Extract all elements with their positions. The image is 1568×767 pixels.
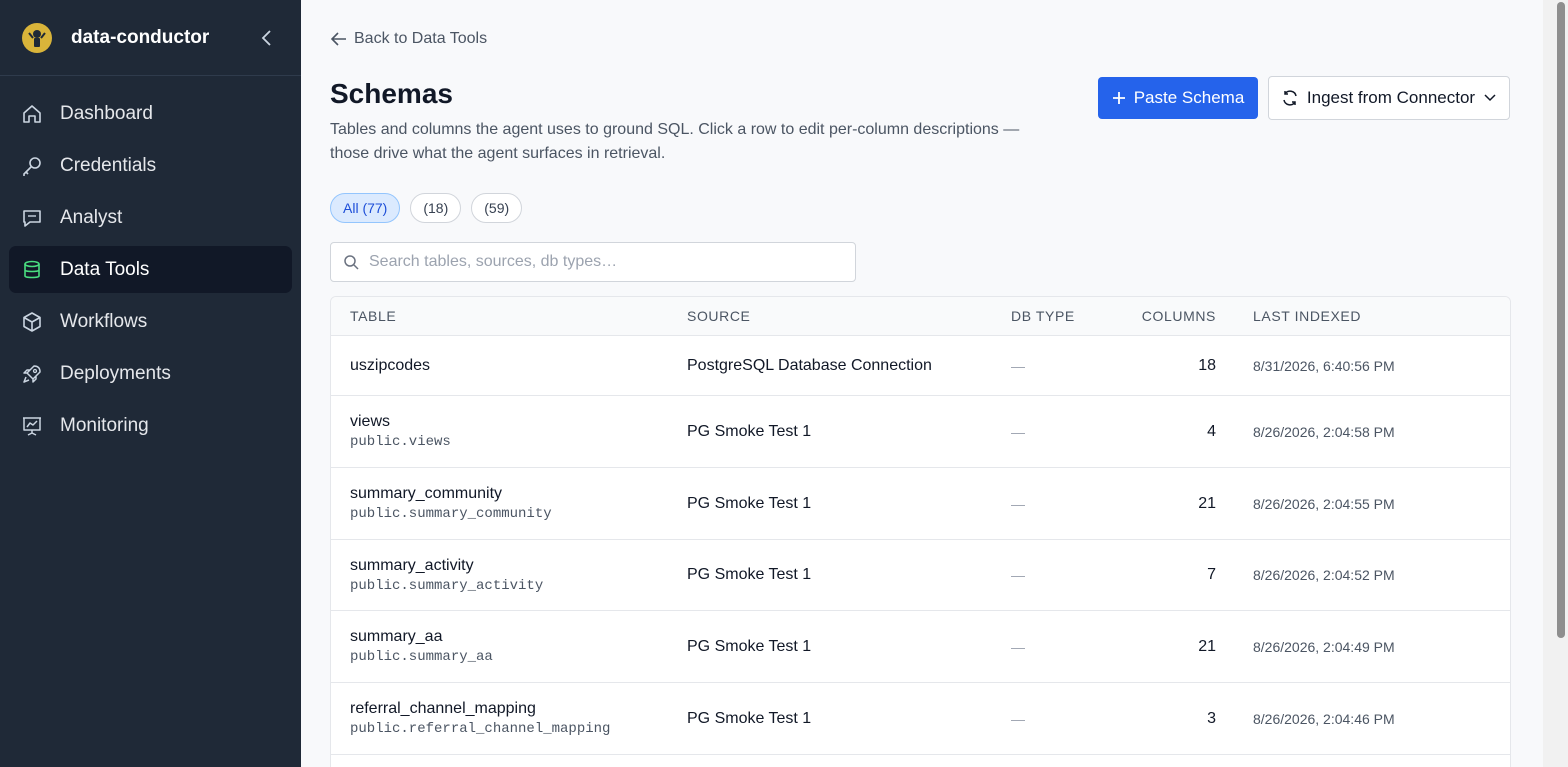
- app-name: data-conductor: [71, 26, 210, 48]
- database-icon: [20, 258, 44, 282]
- table-source: PG Smoke Test 1: [687, 566, 812, 583]
- sidebar-item-workflows[interactable]: Workflows: [9, 298, 292, 345]
- scrollbar-thumb[interactable]: [1557, 2, 1565, 638]
- sidebar-item-analyst[interactable]: Analyst: [9, 194, 292, 241]
- filter-chip-all[interactable]: All (77): [330, 193, 401, 223]
- table-header: TABLE SOURCE DB TYPE COLUMNS LAST INDEXE…: [331, 297, 1510, 336]
- table-last-indexed: 8/31/2026, 6:40:56 PM: [1253, 357, 1395, 374]
- table-last-indexed: 8/26/2026, 2:04:55 PM: [1253, 495, 1395, 512]
- sidebar-item-label: Workflows: [60, 310, 148, 332]
- home-icon: [20, 102, 44, 126]
- schemas-table: TABLE SOURCE DB TYPE COLUMNS LAST INDEXE…: [330, 296, 1511, 767]
- ingest-from-connector-button[interactable]: Ingest from Connector: [1268, 76, 1510, 120]
- main-content: Back to Data Tools Schemas Tables and co…: [301, 0, 1543, 767]
- table-last-indexed: 8/26/2026, 2:04:49 PM: [1253, 638, 1395, 655]
- cube-icon: [20, 310, 44, 334]
- table-column-count: 4: [1207, 422, 1216, 440]
- table-name: summary_community: [350, 485, 503, 502]
- sidebar-item-label: Monitoring: [60, 414, 149, 436]
- search-input[interactable]: [369, 253, 829, 271]
- table-db-type: —: [1011, 710, 1025, 727]
- table-qualified-name: public.referral_channel_mapping: [350, 721, 611, 737]
- table-source: PG Smoke Test 1: [687, 422, 812, 440]
- table-column-count: 21: [1198, 494, 1216, 512]
- sidebar-item-data-tools[interactable]: Data Tools: [9, 246, 292, 293]
- sidebar-item-label: Data Tools: [60, 258, 150, 280]
- chart-board-icon: [20, 414, 44, 438]
- table-column-count: 3: [1207, 709, 1216, 727]
- table-last-indexed: 8/26/2026, 2:04:46 PM: [1253, 710, 1395, 727]
- sidebar-item-dashboard[interactable]: Dashboard: [9, 90, 292, 137]
- table-source: PostgreSQL Database Connection: [687, 356, 932, 374]
- refresh-icon: [1283, 90, 1297, 106]
- table-source: PG Smoke Test 1: [687, 637, 812, 655]
- sidebar-item-label: Dashboard: [60, 102, 153, 124]
- search-box: [330, 242, 856, 282]
- chevron-down-icon: [1484, 94, 1496, 102]
- column-header-last-indexed[interactable]: LAST INDEXED: [1216, 308, 1361, 324]
- filter-chip[interactable]: (59): [471, 193, 523, 223]
- filter-chip[interactable]: (18): [410, 193, 462, 223]
- table-qualified-name: public.summary_activity: [350, 577, 544, 594]
- table-db-type: —: [1011, 423, 1025, 440]
- table-column-count: 7: [1207, 566, 1216, 583]
- page-description: Tables and columns the agent uses to gro…: [330, 121, 1020, 162]
- sidebar-nav: Dashboard Credentials Analyst Data Tools…: [0, 76, 301, 449]
- sidebar-item-label: Credentials: [60, 154, 157, 176]
- column-header-db-type[interactable]: DB TYPE: [1011, 308, 1106, 324]
- table-name: summary_aa: [350, 628, 443, 645]
- table-column-count: 21: [1198, 637, 1216, 655]
- table-qualified-name: public.views: [350, 434, 451, 450]
- chat-icon: [20, 206, 44, 230]
- table-row[interactable]: views public.views PG Smoke Test 1 — 4 8…: [331, 396, 1510, 468]
- table-last-indexed: 8/26/2026, 2:04:58 PM: [1253, 423, 1395, 440]
- table-qualified-name: public.summary_aa: [350, 649, 493, 665]
- table-row[interactable]: summary_activity public.summary_activity…: [331, 540, 1510, 611]
- table-source: PG Smoke Test 1: [687, 494, 812, 512]
- search-icon: [344, 255, 359, 270]
- back-link-label: Back to Data Tools: [354, 30, 488, 47]
- table-qualified-name: public.summary_community: [350, 506, 552, 522]
- table-name: views: [350, 413, 391, 430]
- table-column-count: 18: [1198, 356, 1216, 374]
- arrow-left-icon: [330, 32, 346, 46]
- column-header-source[interactable]: SOURCE: [687, 308, 1011, 324]
- paste-schema-button[interactable]: Paste Schema: [1098, 77, 1258, 119]
- brand-header: data-conductor: [0, 0, 301, 76]
- sidebar: data-conductor Dashboard Credentials Ana…: [0, 0, 301, 767]
- rocket-icon: [20, 362, 44, 386]
- table-last-indexed: 8/26/2026, 2:04:52 PM: [1253, 567, 1395, 583]
- chevron-left-icon: [261, 29, 271, 46]
- app-logo-icon: [22, 22, 52, 53]
- table-db-type: —: [1011, 638, 1025, 655]
- collapse-sidebar-button[interactable]: [255, 26, 279, 50]
- table-db-type: —: [1011, 495, 1025, 512]
- back-link[interactable]: Back to Data Tools: [330, 30, 487, 48]
- table-db-type: —: [1011, 567, 1025, 583]
- column-header-table[interactable]: TABLE: [331, 308, 687, 324]
- plus-icon: [1112, 92, 1125, 104]
- filter-chips: All (77) (18) (59): [330, 193, 523, 223]
- table-name: summary_activity: [350, 556, 474, 574]
- key-icon: [20, 154, 44, 178]
- sidebar-item-credentials[interactable]: Credentials: [9, 142, 292, 189]
- table-row[interactable]: referral_channel_mapping public.referral…: [331, 683, 1510, 755]
- table-db-type: —: [1011, 357, 1025, 374]
- sidebar-item-deployments[interactable]: Deployments: [9, 350, 292, 397]
- ingest-label: Ingest from Connector: [1306, 88, 1476, 107]
- sidebar-item-label: Analyst: [60, 206, 123, 228]
- table-row[interactable]: summary_community public.summary_communi…: [331, 468, 1510, 540]
- table-row[interactable]: uszipcodes PostgreSQL Database Connectio…: [331, 336, 1510, 396]
- sidebar-item-monitoring[interactable]: Monitoring: [9, 402, 292, 449]
- column-header-columns[interactable]: COLUMNS: [1106, 308, 1216, 324]
- table-row[interactable]: summary_aa public.summary_aa PG Smoke Te…: [331, 611, 1510, 683]
- paste-schema-label: Paste Schema: [1133, 88, 1245, 107]
- table-name: referral_channel_mapping: [350, 700, 536, 717]
- table-name: uszipcodes: [350, 356, 431, 374]
- table-source: PG Smoke Test 1: [687, 709, 812, 727]
- page-scrollbar[interactable]: [1543, 0, 1568, 767]
- sidebar-item-label: Deployments: [60, 362, 171, 384]
- page-title: Schemas: [330, 78, 453, 109]
